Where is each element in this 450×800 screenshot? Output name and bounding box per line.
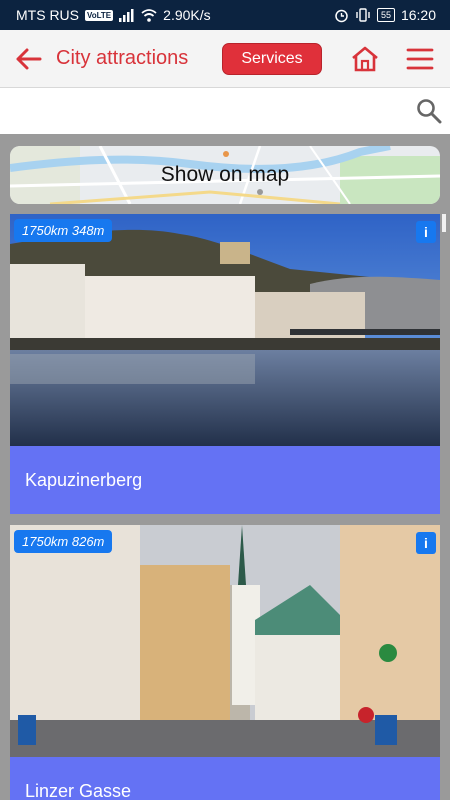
signal-icon: [119, 8, 134, 22]
services-button[interactable]: Services: [222, 42, 322, 75]
page-title: City attractions: [56, 47, 189, 69]
search-input[interactable]: [10, 96, 400, 126]
show-on-map-label: Show on map: [160, 163, 290, 186]
hamburger-menu-icon: [406, 48, 434, 70]
carrier-name: MTS RUS: [16, 7, 79, 23]
alarm-icon: [335, 9, 348, 22]
wifi-icon: [141, 8, 157, 22]
app-bar: City attractions Services: [0, 30, 450, 88]
attraction-card[interactable]: 1750km 826m i Linzer Gasse: [10, 525, 440, 800]
arrow-left-icon: [16, 48, 42, 69]
attraction-photo: [10, 214, 440, 446]
clock: 16:20: [400, 7, 436, 23]
attraction-name: Kapuzinerberg: [10, 446, 440, 514]
scrollbar[interactable]: [442, 214, 446, 232]
vibrate-icon: [356, 8, 370, 22]
distance-badge: 1750km 348m: [14, 219, 113, 242]
back-button[interactable]: [0, 30, 56, 88]
distance-badge: 1750km 826m: [14, 530, 113, 553]
status-bar: MTS RUS VoLTE 2.90K/s 55 16:20: [0, 0, 450, 30]
search-icon[interactable]: [416, 98, 442, 124]
home-button[interactable]: [348, 42, 382, 76]
info-icon[interactable]: i: [416, 221, 436, 243]
attraction-card[interactable]: 1750km 348m i Kapuzinerberg: [10, 214, 440, 514]
home-icon: [352, 46, 378, 72]
menu-button[interactable]: [403, 42, 437, 76]
volte-badge: VoLTE: [85, 9, 114, 21]
attraction-name: Linzer Gasse: [10, 757, 440, 800]
info-icon[interactable]: i: [416, 532, 436, 554]
search-bar: [0, 88, 450, 134]
network-speed: 2.90K/s: [163, 7, 211, 23]
show-on-map-button[interactable]: Show on map: [10, 146, 440, 204]
attraction-photo: [10, 525, 440, 757]
battery-indicator: 55: [376, 8, 395, 22]
